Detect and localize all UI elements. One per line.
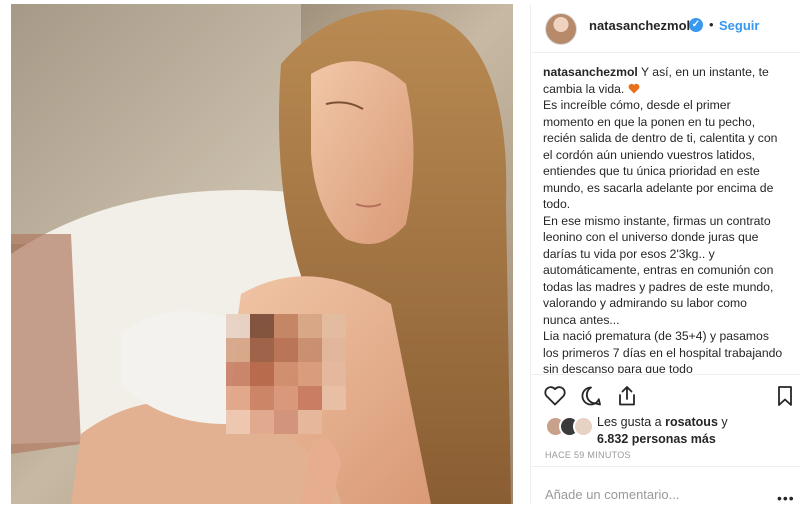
likes-middle: y [717, 415, 728, 429]
likes-count-link[interactable]: 6.832 personas más [597, 432, 716, 446]
orange-heart-icon [628, 83, 640, 93]
comment-box: Añade un comentario... ••• [531, 466, 800, 506]
separator-dot: • [709, 17, 714, 32]
avatar[interactable] [545, 13, 577, 45]
post-sidebar: natasanchezmol ✓ • Seguir natasanchezmol… [530, 4, 800, 506]
share-icon[interactable] [615, 384, 639, 408]
instagram-post: natasanchezmol ✓ • Seguir natasanchezmol… [0, 0, 800, 507]
post-timestamp[interactable]: HACE 59 MINUTOS [545, 450, 631, 460]
bookmark-icon[interactable] [773, 384, 797, 408]
likes-summary: Les gusta a rosatous y 6.832 personas má… [545, 414, 795, 448]
likes-text: Les gusta a rosatous y 6.832 personas má… [597, 414, 728, 448]
divider [531, 374, 800, 375]
username-link[interactable]: natasanchezmol [589, 18, 690, 33]
caption-paragraph: Es increíble cómo, desde el primer momen… [543, 98, 778, 211]
caption-username[interactable]: natasanchezmol [543, 65, 638, 79]
post-header: natasanchezmol ✓ • Seguir [531, 4, 800, 53]
liked-by-user-link[interactable]: rosatous [665, 415, 718, 429]
caption-paragraph: En ese mismo instante, firmas un contrat… [543, 213, 774, 327]
likes-prefix: Les gusta a [597, 415, 666, 429]
more-options-button[interactable]: ••• [777, 490, 795, 506]
comment-input[interactable]: Añade un comentario... [545, 487, 679, 502]
action-bar [531, 376, 800, 416]
photo-image [11, 4, 513, 504]
heart-outline-icon[interactable] [543, 384, 567, 408]
comment-icon[interactable] [579, 384, 603, 408]
liker-avatar[interactable] [573, 416, 594, 437]
caption-first-line: natasanchezmol Y así, en un instante, te… [543, 64, 783, 97]
verified-badge-icon: ✓ [689, 18, 703, 32]
follow-button[interactable]: Seguir [719, 18, 759, 33]
caption-paragraph: Lia nació prematura (de 35+4) y pasamos … [543, 329, 783, 373]
caption: natasanchezmol Y así, en un instante, te… [543, 64, 783, 373]
post-photo[interactable] [11, 4, 513, 504]
